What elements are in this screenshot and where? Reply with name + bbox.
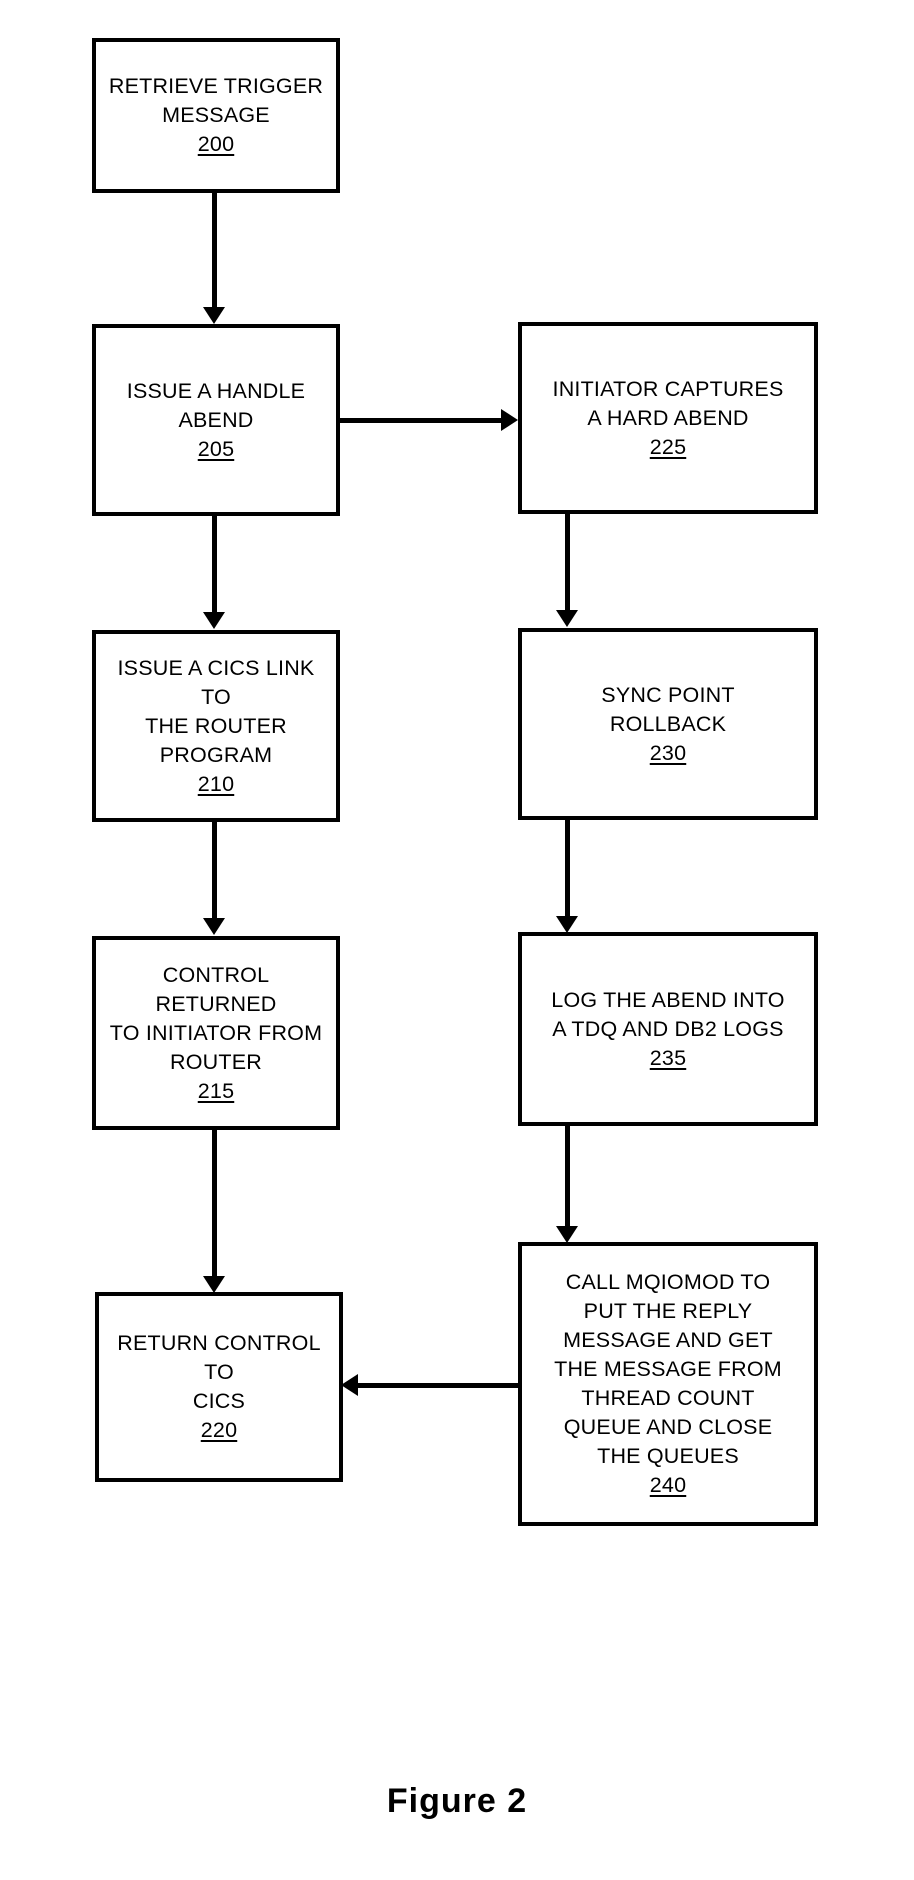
edge-210-to-215-arrowhead <box>203 918 225 935</box>
edge-215-to-220-line <box>212 1130 217 1276</box>
edge-235-to-240-arrowhead <box>556 1226 578 1243</box>
node-label: CONTROL RETURNED TO INITIATOR FROM ROUTE… <box>109 962 323 1074</box>
figure-caption: Figure 2 <box>386 1782 528 1820</box>
node-reference-number: 240 <box>649 1473 687 1497</box>
node-reference-number: 210 <box>197 771 235 796</box>
edge-230-to-235-line <box>565 820 570 916</box>
node-label: SYNC POINT ROLLBACK <box>601 682 735 736</box>
node-label: LOG THE ABEND INTO A TDQ AND DB2 LOGS <box>551 987 785 1041</box>
node-label: RETRIEVE TRIGGER MESSAGE <box>108 74 324 127</box>
edge-235-to-240-line <box>565 1126 570 1226</box>
edge-230-to-235-arrowhead <box>556 916 578 933</box>
node-reference-number: 230 <box>649 740 687 765</box>
edge-225-to-230-line <box>565 514 570 610</box>
edge-205-to-225-line <box>340 418 504 423</box>
node-log-the-abend-into-a-tdq-and-db2-logs: LOG THE ABEND INTO A TDQ AND DB2 LOGS 23… <box>518 932 818 1126</box>
edge-240-to-220-arrowhead <box>341 1374 358 1396</box>
edge-225-to-230-arrowhead <box>556 610 578 627</box>
node-reference-number: 200 <box>197 132 235 156</box>
node-reference-number: 235 <box>649 1045 687 1070</box>
node-label: ISSUE A CICS LINK TO THE ROUTER PROGRAM <box>117 655 315 767</box>
node-reference-number: 220 <box>200 1418 238 1442</box>
edge-215-to-220-arrowhead <box>203 1276 225 1293</box>
node-call-mqiomod-put-reply-message: CALL MQIOMOD TO PUT THE REPLY MESSAGE AN… <box>518 1242 818 1526</box>
edge-240-to-220-line <box>358 1383 520 1388</box>
node-initiator-captures-a-hard-abend: INITIATOR CAPTURES A HARD ABEND 225 <box>518 322 818 514</box>
node-issue-a-cics-link-to-the-router-program: ISSUE A CICS LINK TO THE ROUTER PROGRAM … <box>92 630 340 822</box>
node-sync-point-rollback: SYNC POINT ROLLBACK 230 <box>518 628 818 820</box>
node-reference-number: 225 <box>649 434 687 459</box>
edge-210-to-215-line <box>212 822 217 918</box>
edge-200-to-205-line <box>212 193 217 307</box>
node-label: CALL MQIOMOD TO PUT THE REPLY MESSAGE AN… <box>554 1270 782 1468</box>
node-return-control-to-cics: RETURN CONTROL TO CICS 220 <box>95 1292 343 1482</box>
node-issue-a-handle-abend: ISSUE A HANDLE ABEND 205 <box>92 324 340 516</box>
node-retrieve-trigger-message: RETRIEVE TRIGGER MESSAGE 200 <box>92 38 340 193</box>
node-reference-number: 205 <box>197 436 235 461</box>
edge-205-to-210-arrowhead <box>203 612 225 629</box>
flowchart-canvas: RETRIEVE TRIGGER MESSAGE 200 ISSUE A HAN… <box>0 0 914 1880</box>
node-label: ISSUE A HANDLE ABEND <box>126 378 306 432</box>
node-label: RETURN CONTROL TO CICS <box>117 1331 321 1413</box>
edge-205-to-210-line <box>212 516 217 612</box>
node-label: INITIATOR CAPTURES A HARD ABEND <box>552 376 784 430</box>
edge-205-to-225-arrowhead <box>501 409 518 431</box>
node-control-returned-to-initiator-from-router: CONTROL RETURNED TO INITIATOR FROM ROUTE… <box>92 936 340 1130</box>
node-reference-number: 215 <box>197 1078 235 1103</box>
edge-200-to-205-arrowhead <box>203 307 225 324</box>
